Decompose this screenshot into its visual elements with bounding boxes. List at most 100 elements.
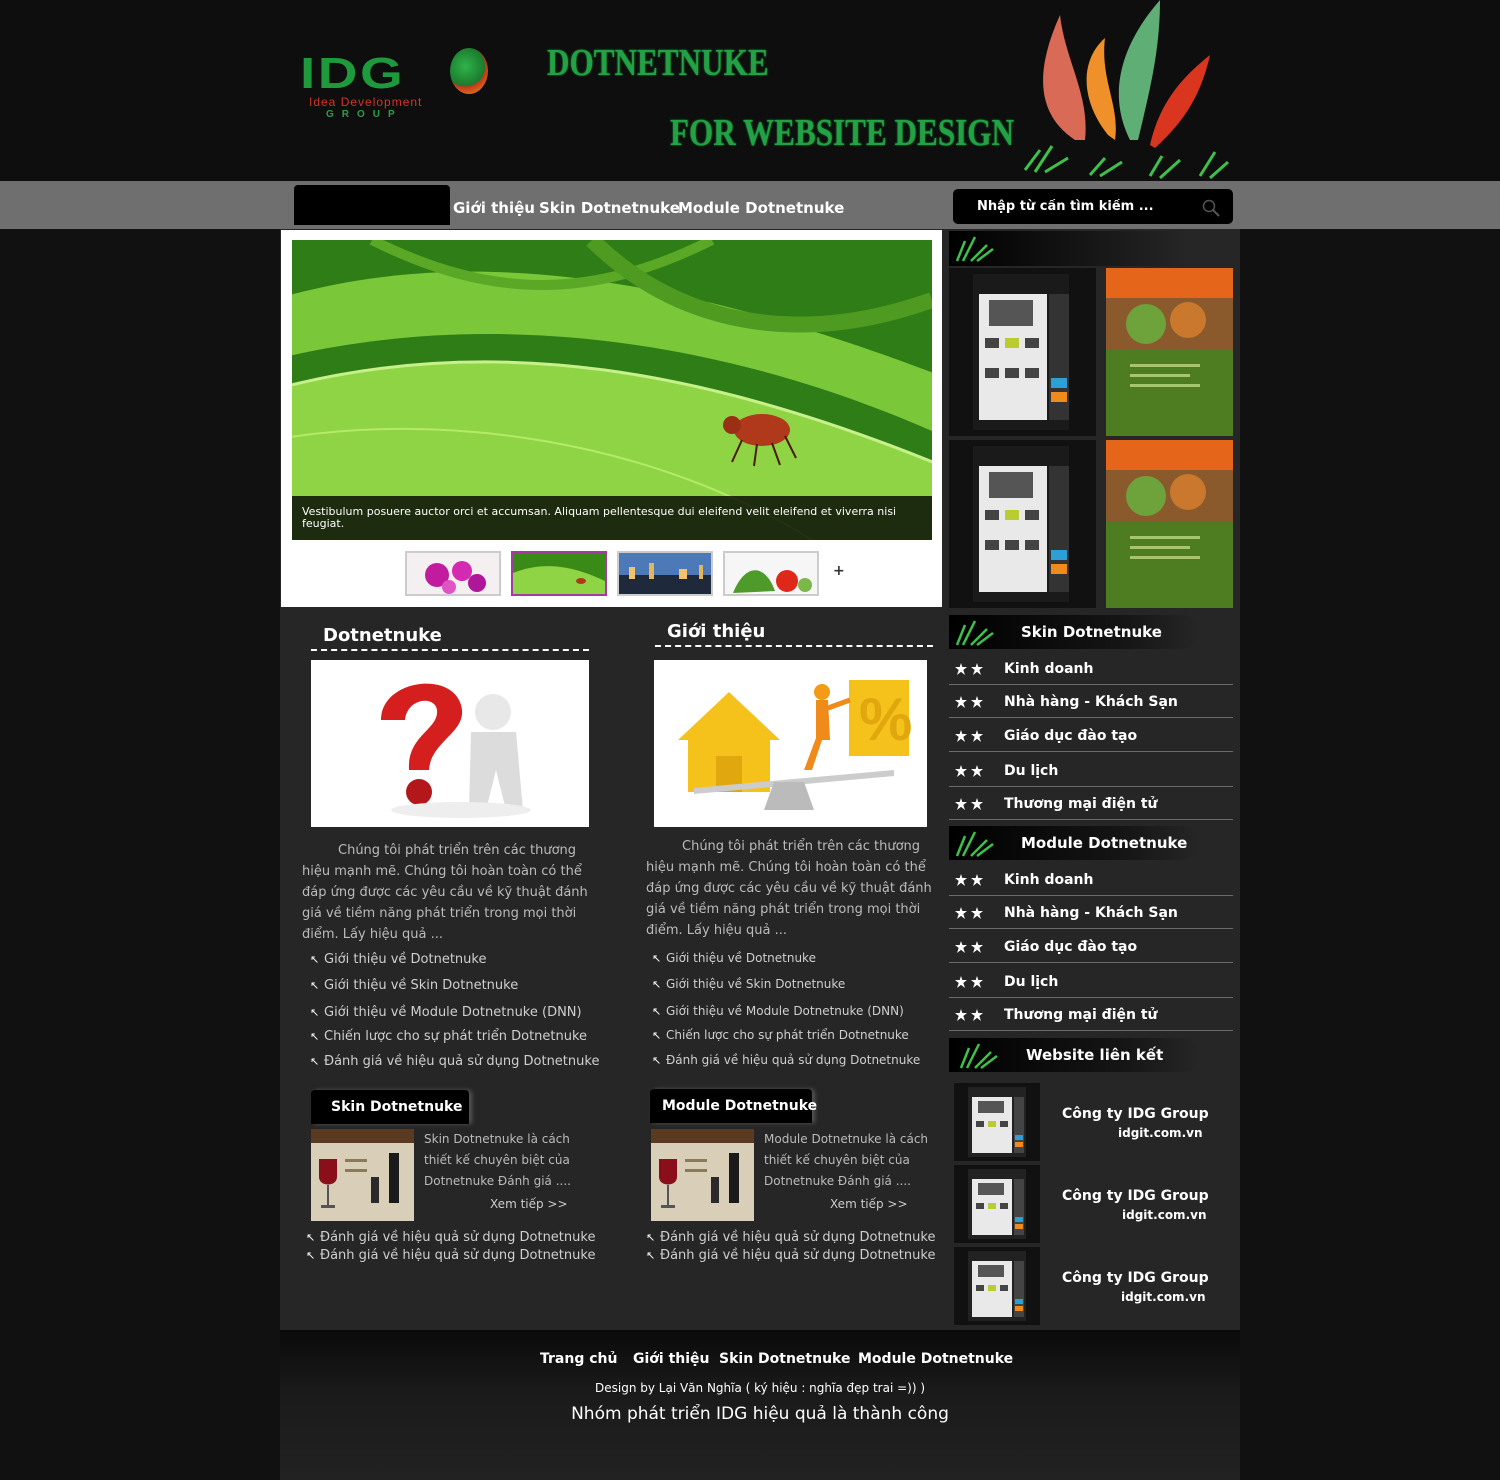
footer-credit: Design by Lại Văn Nghĩa ( ký hiệu : nghĩ… bbox=[595, 1381, 925, 1395]
skin-category-2[interactable]: Nhà hàng - Khách Sạn bbox=[949, 684, 1233, 718]
arrow-icon: ↖ bbox=[310, 1006, 320, 1019]
logo-mark: IDG bbox=[300, 49, 406, 98]
col1-read-more[interactable]: Xem tiếp >> bbox=[490, 1197, 568, 1211]
sidebar-links-title: Website liên kết bbox=[1026, 1046, 1164, 1064]
col2-link-5[interactable]: ↖ Đánh giá về hiệu quả sử dụng Dotnetnuke bbox=[652, 1052, 920, 1069]
module-category-5[interactable]: Thương mại điện tử bbox=[949, 997, 1233, 1031]
col1-bottom-link-2[interactable]: ↖ Đánh giá về hiệu quả sử dụng Dotnetnuke bbox=[306, 1248, 595, 1264]
slider-thumb-vegetables[interactable] bbox=[723, 551, 819, 596]
module-category-1[interactable]: Kinh doanh bbox=[949, 862, 1233, 896]
slide-image[interactable] bbox=[292, 240, 932, 540]
logo-group-text: GROUP bbox=[326, 109, 403, 120]
portfolio-thumb-4[interactable] bbox=[1106, 440, 1233, 608]
stars-icon bbox=[955, 663, 983, 675]
col1-link-1[interactable]: ↖ Giới thiệu về Dotnetnuke bbox=[310, 952, 486, 968]
col1-tab-text: Skin Dotnetnuke là cách thiết kế chuyên … bbox=[424, 1132, 571, 1188]
skin-category-1[interactable]: Kinh doanh bbox=[949, 651, 1233, 685]
skin-category-5[interactable]: Thương mại điện tử bbox=[949, 786, 1233, 820]
linked-site-url-2[interactable]: idgit.com.vn bbox=[1122, 1208, 1207, 1222]
stars-icon bbox=[955, 798, 983, 810]
col2-link-3[interactable]: ↖ Giới thiệu về Module Dotnetnuke (DNN) bbox=[652, 1003, 904, 1020]
linked-site-thumb-3[interactable] bbox=[954, 1247, 1040, 1325]
col2-tab-text: Module Dotnetnuke là cách thiết kế chuyê… bbox=[764, 1132, 929, 1188]
col1-link-2[interactable]: ↖ Giới thiệu về Skin Dotnetnuke bbox=[310, 978, 518, 994]
slider-thumb-orchid[interactable] bbox=[405, 551, 501, 596]
skin-category-3[interactable]: Giáo dục đào tạo bbox=[949, 718, 1233, 752]
col2-tab-module[interactable]: Module Dotnetnuke bbox=[650, 1089, 817, 1123]
stars-icon bbox=[955, 730, 983, 742]
col1-link-3[interactable]: ↖ Giới thiệu về Module Dotnetnuke (DNN) bbox=[310, 1005, 582, 1021]
linked-site-name-1[interactable]: Công ty IDG Group bbox=[1062, 1105, 1209, 1123]
sidebar-links-header: Website liên kết bbox=[949, 1038, 1199, 1072]
slider-thumb-leaf[interactable] bbox=[511, 551, 607, 596]
module-category-3[interactable]: Giáo dục đào tạo bbox=[949, 929, 1233, 963]
sidebar-skin-header: Skin Dotnetnuke bbox=[949, 615, 1199, 649]
col2-heading: Giới thiệu bbox=[667, 621, 766, 642]
col2-bottom-link-2[interactable]: ↖ Đánh giá về hiệu quả sử dụng Dotnetnuke bbox=[646, 1248, 935, 1264]
stars-icon bbox=[955, 874, 983, 886]
logo-subtitle: Idea Development bbox=[309, 95, 423, 109]
arrow-icon: ↖ bbox=[646, 1231, 656, 1244]
portfolio-thumb-2[interactable] bbox=[1106, 268, 1233, 436]
footer-link-home[interactable]: Trang chủ bbox=[540, 1350, 617, 1368]
footer-slogan: Nhóm phát triển IDG hiệu quả là thành cô… bbox=[571, 1404, 949, 1424]
linked-site-thumb-1[interactable] bbox=[954, 1083, 1040, 1161]
col1-wine-image[interactable] bbox=[311, 1129, 414, 1221]
portfolio-thumb-1[interactable] bbox=[949, 268, 1096, 436]
col2-divider bbox=[655, 645, 933, 647]
col1-heading: Dotnetnuke bbox=[323, 625, 442, 646]
slide-caption: Vestibulum posuere auctor orci et accums… bbox=[292, 496, 932, 540]
col2-read-more[interactable]: Xem tiếp >> bbox=[830, 1197, 908, 1211]
stars-icon bbox=[955, 907, 983, 919]
arrow-icon: ↖ bbox=[310, 1030, 320, 1043]
col2-paragraph: Chúng tôi phát triển trên các thương hiệ… bbox=[646, 839, 932, 938]
module-category-4[interactable]: Du lịch bbox=[949, 964, 1233, 998]
linked-site-url-1[interactable]: idgit.com.vn bbox=[1118, 1126, 1203, 1140]
header-title-line2: FOR WEBSITE DESIGN bbox=[670, 112, 1015, 154]
arrow-icon: ↖ bbox=[646, 1249, 656, 1262]
slider-more-button[interactable]: + bbox=[833, 563, 845, 579]
col2-link-1[interactable]: ↖ Giới thiệu về Dotnetnuke bbox=[652, 950, 816, 967]
sidebar-module-header: Module Dotnetnuke bbox=[949, 826, 1199, 860]
nav-module-dotnetnuke[interactable]: Module Dotnetnuke bbox=[678, 199, 844, 217]
grass-icon bbox=[955, 620, 994, 646]
slider-thumb-city[interactable] bbox=[617, 551, 713, 596]
search-box bbox=[953, 189, 1233, 224]
arrow-icon: ↖ bbox=[306, 1249, 316, 1262]
col1-question-image bbox=[311, 660, 589, 827]
linked-site-name-3[interactable]: Công ty IDG Group bbox=[1062, 1269, 1209, 1287]
logo-globe-icon bbox=[450, 48, 488, 94]
idg-logo[interactable]: IDG Idea Development GROUP bbox=[300, 44, 490, 124]
col2-link-4[interactable]: ↖ Chiến lược cho sự phát triển Dotnetnuke bbox=[652, 1027, 909, 1044]
linked-site-url-3[interactable]: idgit.com.vn bbox=[1121, 1290, 1206, 1304]
linked-site-name-2[interactable]: Công ty IDG Group bbox=[1062, 1187, 1209, 1205]
search-input[interactable] bbox=[977, 197, 1187, 217]
col1-tab-skin[interactable]: Skin Dotnetnuke bbox=[311, 1090, 469, 1124]
col1-divider bbox=[311, 649, 589, 651]
col2-link-2[interactable]: ↖ Giới thiệu về Skin Dotnetnuke bbox=[652, 976, 845, 993]
col1-link-4[interactable]: ↖ Chiến lược cho sự phát triển Dotnetnuke bbox=[310, 1029, 587, 1045]
arrow-icon: ↖ bbox=[310, 1055, 320, 1068]
arrow-icon: ↖ bbox=[652, 1054, 662, 1067]
stars-icon bbox=[955, 696, 983, 708]
col1-bottom-link-1[interactable]: ↖ Đánh giá về hiệu quả sử dụng Dotnetnuke bbox=[306, 1230, 595, 1246]
nav-skin-dotnetnuke[interactable]: Skin Dotnetnuke bbox=[539, 199, 680, 217]
nav-gioi-thieu[interactable]: Giới thiệu bbox=[453, 199, 535, 217]
nav-home-tab[interactable] bbox=[294, 185, 450, 225]
grass-icon bbox=[955, 236, 994, 262]
module-category-2[interactable]: Nhà hàng - Khách Sạn bbox=[949, 895, 1233, 929]
col2-wine-image[interactable] bbox=[651, 1129, 754, 1221]
stars-icon bbox=[955, 941, 983, 953]
col2-bottom-link-1[interactable]: ↖ Đánh giá về hiệu quả sử dụng Dotnetnuke bbox=[646, 1230, 935, 1246]
flame-leaves-decoration bbox=[1023, 0, 1229, 180]
arrow-icon: ↖ bbox=[310, 953, 320, 966]
stars-icon bbox=[955, 765, 983, 777]
footer-link-about[interactable]: Giới thiệu bbox=[633, 1350, 710, 1368]
footer-link-module[interactable]: Module Dotnetnuke bbox=[858, 1350, 1013, 1368]
portfolio-thumb-3[interactable] bbox=[949, 440, 1096, 608]
footer-link-skin[interactable]: Skin Dotnetnuke bbox=[719, 1350, 850, 1368]
col1-link-5[interactable]: ↖ Đánh giá về hiệu quả sử dụng Dotnetnuke bbox=[310, 1054, 599, 1070]
skin-category-4[interactable]: Du lịch bbox=[949, 753, 1233, 787]
linked-site-thumb-2[interactable] bbox=[954, 1165, 1040, 1243]
search-icon[interactable] bbox=[1201, 198, 1221, 218]
